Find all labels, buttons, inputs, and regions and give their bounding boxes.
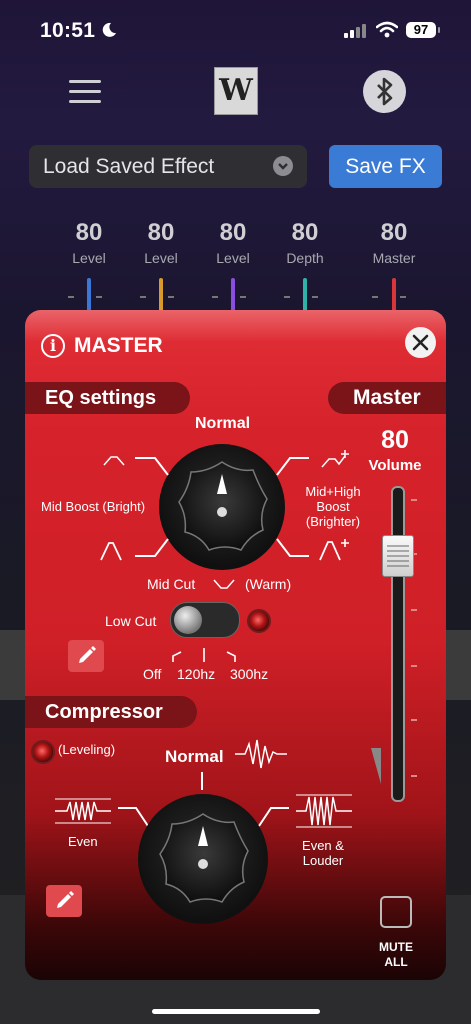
compressor-indicator-lamp — [31, 740, 55, 764]
eq-mid-high-boost-label: Mid+High Boost (Brighter) — [305, 484, 361, 529]
mid-cut-icon — [213, 579, 235, 589]
waveform-even-louder-icon — [296, 794, 352, 828]
knob-value-2: 80 — [147, 219, 175, 246]
menu-icon[interactable] — [69, 80, 101, 104]
low-cut-120hz-label: 120hz — [177, 666, 216, 682]
eq-mid-boost-label: Mid Boost (Bright) — [41, 499, 146, 514]
load-saved-effect-dropdown[interactable]: Load Saved Effect — [29, 145, 307, 188]
eq-knob[interactable] — [159, 444, 285, 570]
compressor-even-louder-label: Even & Louder — [302, 838, 344, 868]
low-cut-indicator-lamp — [247, 609, 271, 633]
waveform-even-icon — [55, 798, 111, 824]
eq-normal-label: Normal — [195, 415, 251, 432]
panel-title: MASTER — [74, 334, 163, 357]
eq-knob-graphic — [178, 461, 268, 551]
volume-slider-thumb[interactable] — [382, 535, 414, 577]
knob-label-4: Depth — [286, 250, 324, 266]
eq-settings-heading: EQ settings — [25, 382, 190, 414]
low-cut-position-lines — [172, 648, 236, 662]
pencil-icon — [79, 646, 96, 663]
volume-value: 80 — [381, 426, 409, 454]
knob-label-3: Level — [216, 250, 250, 266]
compressor-edit-button[interactable] — [46, 885, 82, 917]
dropdown-label: Load Saved Effect — [43, 155, 215, 178]
knob-value-1: 80 — [75, 219, 103, 246]
mid-boost-small-icon — [103, 456, 125, 466]
eq-left-upper-connector — [135, 457, 169, 476]
knob-label-1: Level — [72, 250, 106, 266]
compressor-heading: Compressor — [25, 696, 197, 728]
master-panel: i MASTER EQ settings Master Normal Mid B… — [25, 310, 446, 980]
close-button[interactable] — [405, 327, 436, 358]
signal-icon — [344, 24, 366, 38]
low-cut-label: Low Cut — [105, 613, 157, 629]
low-cut-switch[interactable] — [170, 602, 240, 638]
volume-label: Volume — [368, 457, 422, 474]
low-cut-300hz-label: 300hz — [230, 666, 269, 682]
knob-label-2: Level — [144, 250, 178, 266]
battery-indicator: 97 — [406, 22, 440, 38]
bluetooth-button[interactable] — [363, 70, 406, 113]
eq-mid-cut-label: Mid Cut — [147, 576, 196, 592]
bluetooth-icon — [377, 77, 393, 106]
chevron-down-icon — [273, 156, 293, 176]
compressor-knob[interactable] — [138, 794, 268, 924]
knob-value-4: 80 — [291, 219, 319, 246]
eq-warm-label: (Warm) — [245, 576, 292, 592]
home-indicator — [152, 1009, 320, 1014]
compressor-leveling-label: (Leveling) — [58, 742, 116, 757]
app-logo: W — [214, 67, 258, 115]
switch-thumb — [174, 606, 202, 634]
waveform-normal-icon — [235, 739, 287, 769]
eq-edit-button[interactable] — [68, 640, 104, 672]
compressor-even-label: Even — [68, 834, 98, 849]
thumb-grip — [387, 545, 409, 567]
high-peak-icon — [319, 539, 349, 561]
info-icon[interactable]: i — [41, 334, 65, 358]
knob-label-5: Master — [372, 250, 416, 266]
save-fx-button[interactable]: Save FX — [329, 145, 442, 188]
pencil-icon — [57, 891, 74, 908]
eq-right-upper-connector — [276, 457, 309, 476]
close-icon — [412, 334, 429, 351]
tick-marks — [68, 296, 406, 298]
compressor-knob-graphic — [159, 813, 249, 903]
compressor-normal-label: Normal — [165, 747, 224, 766]
mute-all-label: MUTE ALL — [379, 940, 413, 969]
knob-value-3: 80 — [219, 219, 247, 246]
mute-all-checkbox[interactable] — [380, 896, 412, 928]
volume-slider-track[interactable] — [391, 486, 405, 802]
compressor-top-connector — [201, 772, 203, 790]
mid-high-boost-small-icon — [321, 450, 349, 468]
master-heading: Master — [328, 382, 446, 414]
eq-left-lower-connector — [135, 538, 169, 557]
low-cut-off-label: Off — [143, 666, 162, 682]
volume-ramp-icon — [371, 748, 381, 784]
mid-peak-icon — [100, 542, 122, 561]
eq-right-lower-connector — [276, 538, 309, 557]
status-time: 10:51 — [40, 19, 117, 43]
knob-value-5: 80 — [380, 219, 408, 246]
wifi-icon — [376, 21, 398, 38]
moon-icon — [103, 22, 117, 37]
